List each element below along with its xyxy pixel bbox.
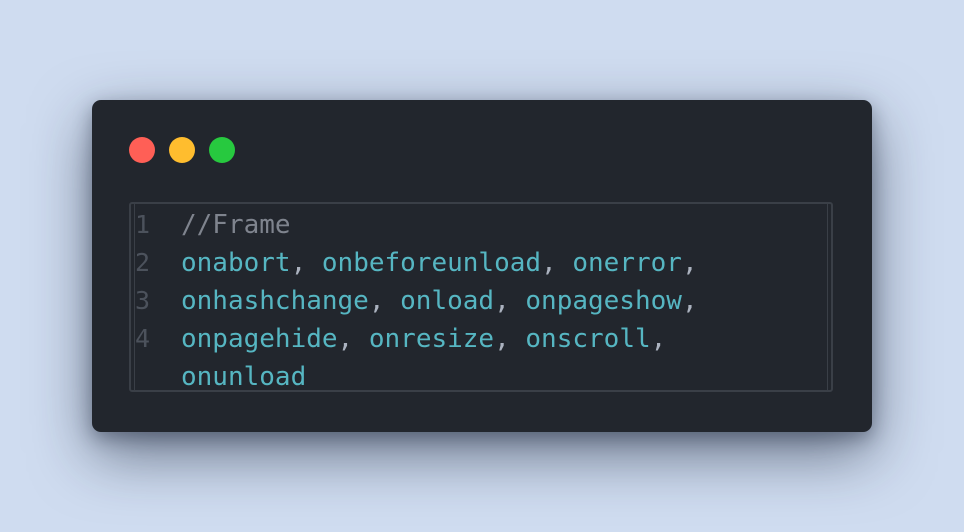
code-text: onunload [181,358,306,396]
line-number: 2 [135,248,151,277]
line-number: 3 [135,286,151,315]
code-punctuation: , [337,324,369,354]
code-identifier: onload [400,286,495,316]
code-punctuation: , [494,286,526,316]
code-line: 1 //Frame [131,206,831,244]
code-editor[interactable]: 1 //Frame 2 onabort, onbeforeunload, onerro… [129,202,833,392]
code-identifier: onhashchange [181,286,369,316]
code-text: onpagehide, onresize, onscroll, [181,320,666,358]
code-line: 4 onpagehide, onresize, onscroll, [131,320,831,358]
code-comment: //Frame [181,210,291,240]
code-window: 1 //Frame 2 onabort, onbeforeunload, onerro… [92,100,872,432]
code-identifier: onresize [368,324,495,354]
code-punctuation: , [368,286,401,316]
code-punctuation: , [681,248,698,278]
line-number: 1 [135,210,151,239]
code-line: 3 onhashchange, onload, onpageshow, [131,282,831,320]
code-identifier: onpagehide [181,324,338,354]
code-line: onunload [131,358,831,396]
code-identifier: onabort [181,248,291,278]
code-lines: 1 //Frame 2 onabort, onbeforeunload, onerro… [131,206,831,396]
maximize-button[interactable] [209,137,235,163]
line-number: 4 [135,324,151,353]
code-text: onabort, onbeforeunload, onerror, [181,244,698,282]
minimize-button[interactable] [169,137,195,163]
code-line: 2 onabort, onbeforeunload, onerror, [131,244,831,282]
close-button[interactable] [129,137,155,163]
code-punctuation: , [650,324,667,354]
code-identifier: onscroll [525,324,651,354]
window-controls [129,137,235,163]
code-punctuation: , [541,248,573,278]
code-identifier: onerror [572,248,682,278]
code-text: onhashchange, onload, onpageshow, [181,282,698,320]
code-punctuation: , [681,286,698,316]
code-text: //Frame [181,206,291,244]
code-identifier: onpageshow [525,286,682,316]
code-punctuation: , [494,324,526,354]
code-identifier: onunload [181,362,307,392]
code-punctuation: , [290,248,322,278]
code-identifier: onbeforeunload [321,248,542,278]
